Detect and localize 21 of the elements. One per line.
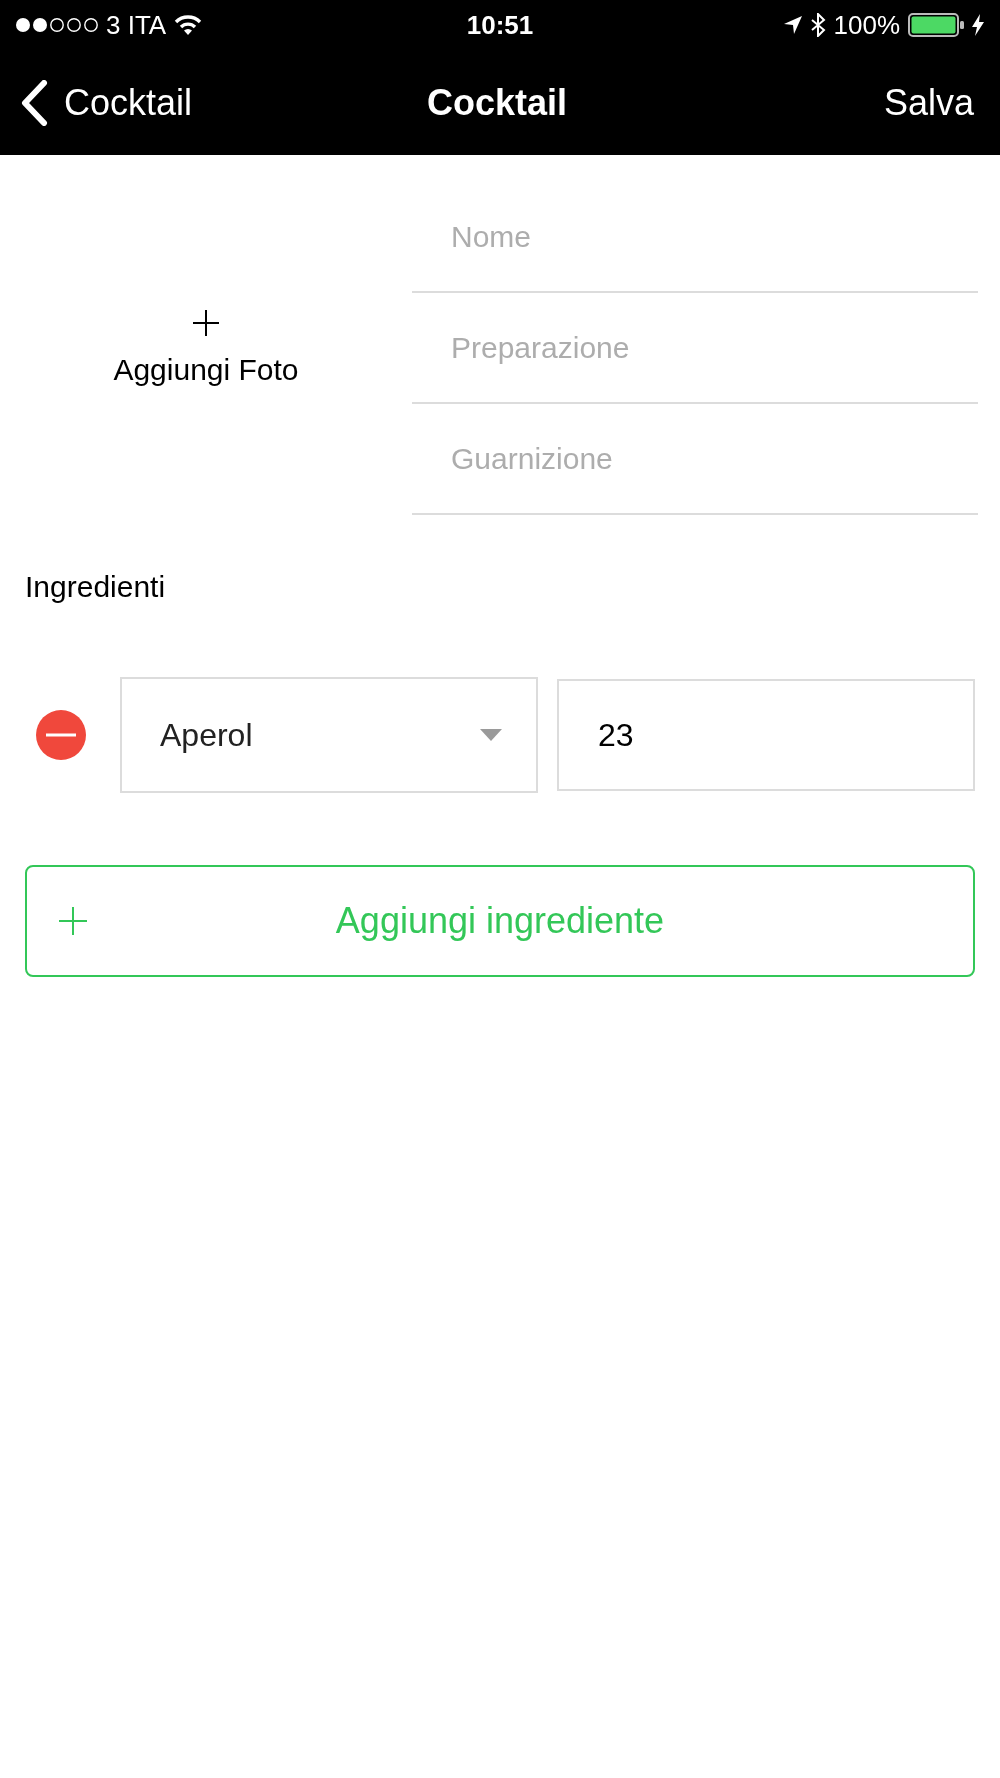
location-arrow-icon <box>783 16 802 34</box>
battery-icon <box>908 13 964 37</box>
caret-down-icon <box>480 729 502 741</box>
signal-icon <box>16 17 98 33</box>
plus-icon <box>59 907 87 935</box>
add-photo-button[interactable]: Aggiungi Foto <box>113 309 299 388</box>
ingredient-dropdown[interactable]: Aperol <box>120 677 538 793</box>
time-label: 10:51 <box>466 8 534 42</box>
remove-icon[interactable] <box>36 710 86 760</box>
battery-percent: 100% <box>833 8 900 42</box>
charging-bolt-icon <box>972 14 984 36</box>
chevron-left-icon <box>20 79 48 126</box>
bluetooth-icon <box>809 13 826 37</box>
save-button[interactable]: Salva <box>883 80 974 125</box>
back-button[interactable]: Cocktail <box>20 79 193 126</box>
carrier-label: 3 ITA <box>106 8 167 42</box>
wifi-icon <box>174 15 203 35</box>
plus-icon <box>193 309 219 336</box>
amount-field[interactable]: 23 <box>557 679 975 791</box>
section-title: Ingredienti <box>24 569 167 605</box>
nav-title: Cocktail <box>427 80 568 125</box>
